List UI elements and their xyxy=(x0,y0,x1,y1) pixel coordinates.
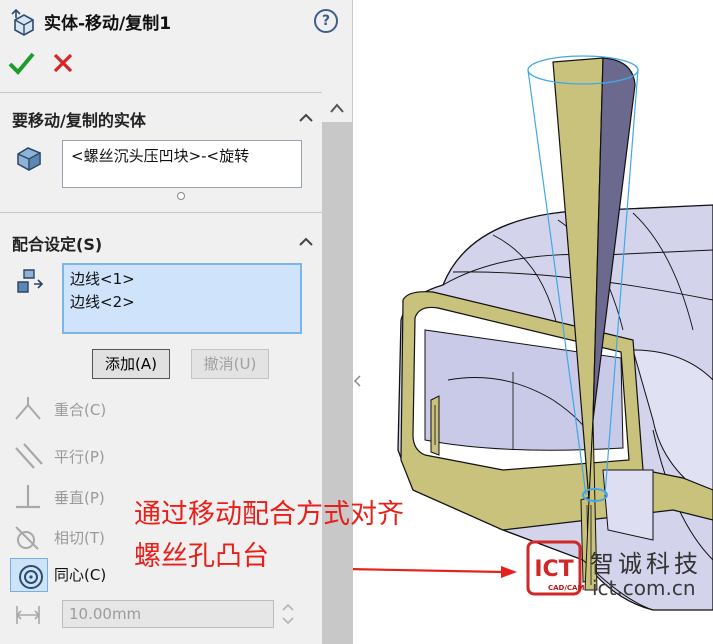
list-item[interactable]: <螺丝沉头压凹块>-<旋转 xyxy=(63,141,301,166)
logo-subtitle: CAD/CAM xyxy=(548,584,585,592)
distance-row: 10.00mm xyxy=(10,600,320,630)
undo-button[interactable]: 撤消(U) xyxy=(191,349,269,379)
mate-type-label: 平行(P) xyxy=(54,448,105,466)
mate-type-coincident[interactable]: 重合(C) xyxy=(10,393,310,425)
mate-type-label: 重合(C) xyxy=(54,401,107,419)
list-item[interactable]: 边线<1> xyxy=(64,265,300,291)
scroll-up-icon[interactable] xyxy=(329,102,345,114)
mate-settings-header: 配合设定(S) xyxy=(12,235,103,254)
list-resize-handle[interactable] xyxy=(177,192,185,200)
ok-button[interactable] xyxy=(6,48,36,78)
mate-selections-list[interactable]: 边线<1> 边线<2> xyxy=(62,263,302,334)
mate-type-parallel[interactable]: 平行(P) xyxy=(10,440,310,472)
annotation-line: 通过移动配合方式对齐 xyxy=(134,499,404,530)
list-item[interactable]: 边线<2> xyxy=(64,291,300,314)
annotation-text: 通过移动配合方式对齐 螺丝孔凸台 xyxy=(134,494,404,578)
move-copy-body-icon xyxy=(11,8,34,36)
add-button[interactable]: 添加(A) xyxy=(92,349,170,379)
perpendicular-icon xyxy=(16,485,40,509)
divider xyxy=(0,92,322,93)
distance-input[interactable]: 10.00mm xyxy=(62,600,274,628)
mate-type-label: 垂直(P) xyxy=(54,489,105,507)
distance-icon xyxy=(15,606,41,624)
mate-entities-icon xyxy=(17,269,44,293)
divider xyxy=(0,212,322,213)
watermark-name: 智诚科技 xyxy=(590,550,702,578)
solid-body-icon xyxy=(17,147,41,172)
coincident-icon xyxy=(15,397,41,420)
help-icon[interactable]: ? xyxy=(314,9,338,33)
collapse-icon[interactable] xyxy=(298,112,314,122)
tangent-icon xyxy=(15,526,39,550)
page-title: 实体-移动/复制1 xyxy=(44,14,172,34)
concentric-icon xyxy=(10,558,48,592)
bodies-selection-list[interactable]: <螺丝沉头压凹块>-<旋转 xyxy=(62,140,302,188)
spinner-icon[interactable] xyxy=(278,600,298,628)
panel-title-bar: 实体-移动/复制1 ? xyxy=(0,0,352,42)
collapse-icon[interactable] xyxy=(298,236,314,246)
cancel-button[interactable] xyxy=(50,50,76,76)
mate-type-label: 同心(C) xyxy=(54,566,107,584)
parallel-icon xyxy=(15,443,43,469)
annotation-line: 螺丝孔凸台 xyxy=(134,541,269,572)
svg-text:ICT: ICT xyxy=(534,557,573,582)
bodies-section-header: 要移动/复制的实体 xyxy=(12,111,146,130)
mate-type-label: 相切(T) xyxy=(54,529,105,547)
watermark-url: ict.com.cn xyxy=(592,576,696,600)
